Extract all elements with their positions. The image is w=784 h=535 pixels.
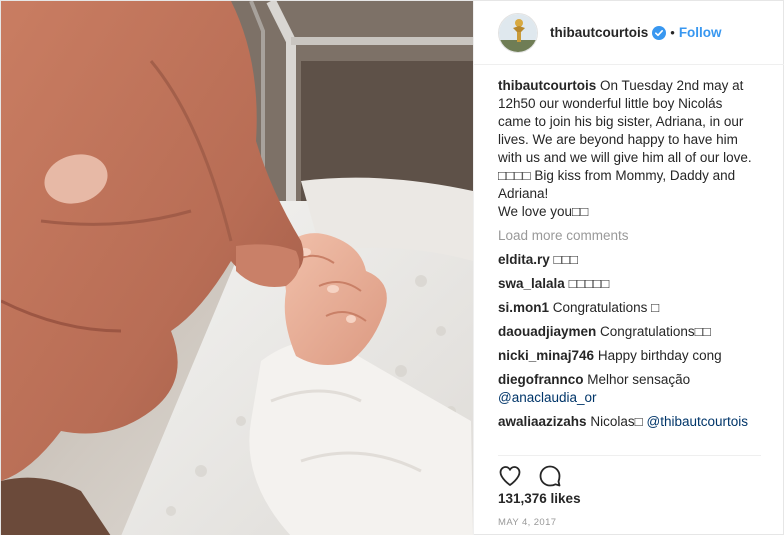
comment-item: swa_lalala □□□□□	[498, 275, 771, 293]
instagram-post: thibautcourtois • Follow thibautcourtois…	[0, 0, 784, 535]
heart-icon	[499, 465, 521, 486]
comment-text: Happy birthday cong	[597, 348, 722, 363]
comment-username[interactable]: swa_lalala	[498, 276, 565, 291]
comment-text: Congratulations □	[552, 300, 660, 315]
post-caption: thibautcourtois On Tuesday 2nd may at 12…	[498, 77, 771, 221]
avatar[interactable]	[498, 12, 538, 53]
like-button[interactable]	[498, 464, 522, 488]
caption-line: lives. We are beyond happy to have him	[498, 132, 738, 147]
post-date[interactable]: MAY 4, 2017	[498, 517, 556, 528]
comment-text: Congratulations□□	[600, 324, 711, 339]
caption-line-1: thibautcourtois On Tuesday 2nd may at	[498, 77, 771, 95]
post-side-panel: thibautcourtois • Follow thibautcourtois…	[473, 1, 784, 535]
header-username[interactable]: thibautcourtois	[550, 25, 648, 40]
newborn-hand-photo	[1, 1, 473, 535]
caption-line: □□□□ Big kiss from Mommy, Daddy and	[498, 168, 736, 183]
caption-text: On Tuesday 2nd may at	[600, 78, 744, 93]
comment-mention[interactable]: @anaclaudia_or	[498, 390, 597, 405]
comment-item: diegofrannco Melhor sensação @anaclaudia…	[498, 371, 771, 407]
comment-item: si.mon1 Congratulations □	[498, 299, 771, 317]
comment-username[interactable]: si.mon1	[498, 300, 549, 315]
comment-item: eldita.ry □□□	[498, 251, 771, 269]
comment-text: □□□□□	[568, 276, 610, 291]
header-separator: •	[670, 25, 675, 40]
comment-username[interactable]: awaliaazizahs	[498, 414, 587, 429]
comment-bubble-icon	[539, 465, 561, 486]
comment-username[interactable]: nicki_minaj746	[498, 348, 594, 363]
comments-section: thibautcourtois On Tuesday 2nd may at 12…	[498, 77, 771, 431]
comment-item: nicki_minaj746 Happy birthday cong	[498, 347, 771, 365]
verified-badge-icon	[652, 25, 667, 40]
likes-count[interactable]: 131,376 likes	[498, 491, 581, 506]
comment-item: awaliaazizahs Nicolas□ @thibautcourtois	[498, 413, 771, 431]
comment-text: Melhor sensação	[587, 372, 691, 387]
load-more-comments-button[interactable]: Load more comments	[498, 227, 771, 245]
caption-username[interactable]: thibautcourtois	[498, 78, 596, 93]
comment-text: □□□	[553, 252, 579, 267]
follow-button[interactable]: Follow	[679, 25, 722, 40]
caption-line: 12h50 our wonderful little boy Nicolás	[498, 96, 723, 111]
comment-button[interactable]	[538, 464, 562, 488]
comment-username[interactable]: eldita.ry	[498, 252, 550, 267]
comment-text: Nicolas□	[590, 414, 643, 429]
caption-line: with us and we will give him all of our …	[498, 150, 752, 165]
comment-username[interactable]: diegofrannco	[498, 372, 584, 387]
post-photo[interactable]	[1, 1, 473, 535]
avatar-image	[499, 13, 537, 52]
comment-mention[interactable]: @thibautcourtois	[647, 414, 749, 429]
post-actions	[498, 455, 761, 491]
caption-line: We love you□□	[498, 204, 589, 219]
comment-item: daouadjiaymen Congratulations□□	[498, 323, 771, 341]
comment-username[interactable]: daouadjiaymen	[498, 324, 596, 339]
caption-line: Adriana!	[498, 186, 549, 201]
post-header: thibautcourtois • Follow	[474, 1, 784, 65]
caption-line: came to join his big sister, Adriana, in…	[498, 114, 744, 129]
